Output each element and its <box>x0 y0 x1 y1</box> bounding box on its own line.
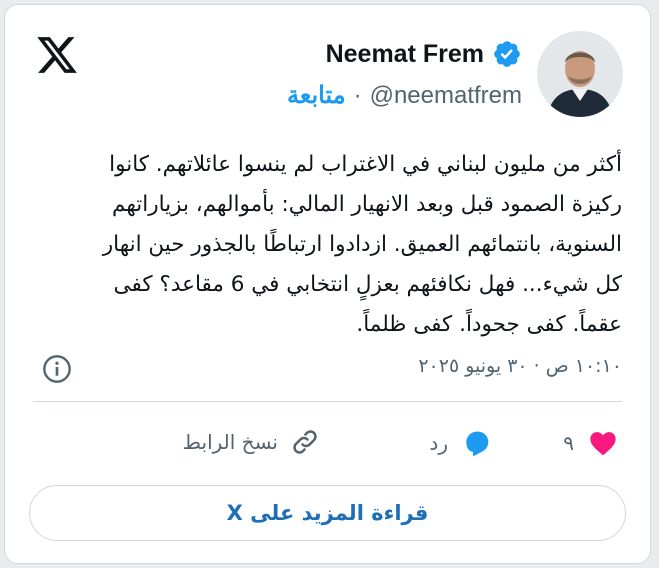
tweet-text: أكثر من مليون لبناني في الاغتراب لم ينسو… <box>45 145 622 345</box>
tweet-line: عقماً. كفى جحوداً. كفى ظلماً. <box>356 312 622 337</box>
display-name[interactable]: Neemat Frem <box>326 40 484 69</box>
read-more-button[interactable]: قراءة المزيد على X <box>29 485 626 541</box>
avatar-image <box>537 31 623 117</box>
action-bar: ٩ رد نسخ الرابط <box>5 425 650 465</box>
like-button[interactable]: ٩ <box>563 427 620 459</box>
copy-link-button[interactable]: نسخ الرابط <box>183 427 320 457</box>
tweet-card: Neemat Frem متابعة · @neematfrem أكثر من… <box>4 4 651 564</box>
tweet-line: ركيزة الصمود قبل وبعد الانهيار المالي: ب… <box>112 192 622 217</box>
tweet-line: السنوية، بانتمائهم العميق. ازدادوا ارتبا… <box>102 232 622 257</box>
handle-row: متابعة · @neematfrem <box>287 81 522 110</box>
meta-row: ١٠:١٠ ص · ٣٠ يونيو ٢٠٢٥ <box>41 353 622 387</box>
copy-link-label: نسخ الرابط <box>182 430 278 454</box>
divider <box>33 401 622 402</box>
x-logo-icon[interactable] <box>35 33 79 77</box>
separator: · <box>353 81 362 109</box>
tweet-line: كل شيء... فهل نكافئهم بعزلٍ انتخابي في 6… <box>113 272 622 297</box>
reply-bubble-icon <box>466 431 489 457</box>
info-icon[interactable] <box>41 353 73 385</box>
reply-label: رد <box>429 431 448 455</box>
reply-button[interactable]: رد <box>429 427 494 459</box>
like-count: ٩ <box>563 431 574 455</box>
user-handle[interactable]: @neematfrem <box>370 82 522 110</box>
heart-icon <box>590 432 616 456</box>
name-row: Neemat Frem <box>326 39 522 69</box>
avatar[interactable] <box>537 31 623 117</box>
verified-badge-icon <box>494 41 520 67</box>
tweet-line: أكثر من مليون لبناني في الاغتراب لم ينسو… <box>109 152 622 177</box>
timestamp[interactable]: ١٠:١٠ ص · ٣٠ يونيو ٢٠٢٥ <box>418 355 622 377</box>
link-icon <box>293 430 317 454</box>
follow-button[interactable]: متابعة <box>287 81 346 110</box>
